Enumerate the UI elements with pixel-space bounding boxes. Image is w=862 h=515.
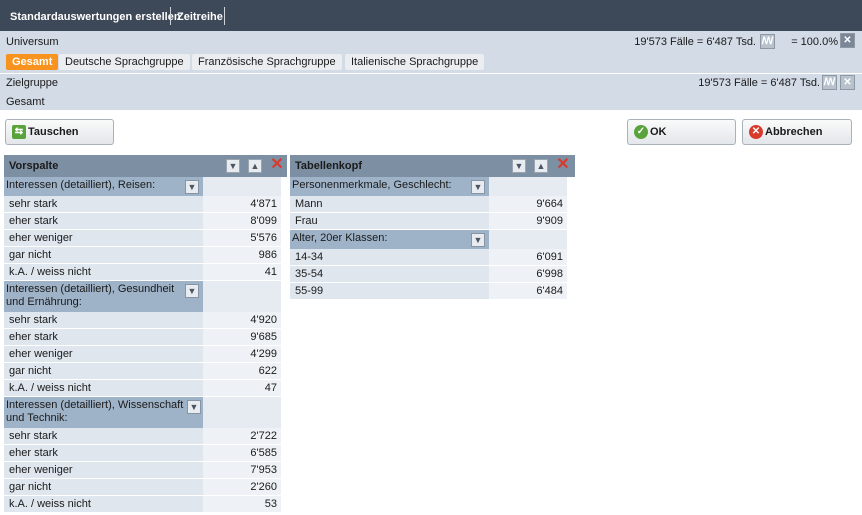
- target-group-label: Zielgruppe: [6, 77, 58, 89]
- tabellenkopf-group: Personenmerkmale, Geschlecht: ▼: [290, 177, 489, 196]
- swap-button[interactable]: ⇆ Tauschen: [5, 119, 114, 145]
- group-value-cell: [203, 397, 281, 428]
- swap-icon: ⇆: [12, 125, 26, 139]
- expand-all-icon[interactable]: ▼: [512, 159, 526, 173]
- universe-tab-deutsch[interactable]: Deutsche Sprachgruppe: [59, 54, 190, 70]
- target-group-count: 19'573 Fälle = 6'487 Tsd.: [698, 77, 820, 89]
- universe-tab-italienisch[interactable]: Italienische Sprachgruppe: [345, 54, 485, 70]
- toolbar-divider: [170, 7, 171, 25]
- target-group-panel: Zielgruppe 19'573 Fälle = 6'487 Tsd. ꟿ ✕…: [0, 73, 862, 110]
- group-value-cell: [203, 281, 281, 312]
- universe-tab-gesamt[interactable]: Gesamt: [6, 54, 59, 70]
- group-menu-icon[interactable]: ▼: [185, 180, 199, 194]
- group-menu-icon[interactable]: ▼: [187, 400, 201, 414]
- cancel-icon: ✕: [749, 125, 763, 139]
- toolbar-divider: [224, 7, 225, 25]
- clear-universe-icon[interactable]: ✕: [840, 33, 855, 48]
- top-toolbar: Standardauswertungen erstellen Zeitreihe: [0, 0, 862, 31]
- universe-count: 19'573 Fälle = 6'487 Tsd.: [634, 36, 756, 48]
- universe-tab-franzoesisch[interactable]: Französische Sprachgruppe: [192, 54, 342, 70]
- cancel-button[interactable]: ✕ Abbrechen: [742, 119, 852, 145]
- vorspalte-title: Vorspalte: [9, 160, 59, 172]
- universe-label: Universum: [6, 36, 59, 48]
- tabellenkopf-title: Tabellenkopf: [295, 160, 363, 172]
- weighting-icon[interactable]: ꟿ: [822, 75, 837, 90]
- tabellenkopf-group: Alter, 20er Klassen: ▼: [290, 230, 489, 249]
- vorspalte-header: Vorspalte ▼ ▲ ✕: [4, 155, 287, 177]
- collapse-all-icon[interactable]: ▲: [534, 159, 548, 173]
- group-menu-icon[interactable]: ▼: [185, 284, 199, 298]
- target-group-value: Gesamt: [6, 96, 45, 108]
- group-value-cell: [489, 177, 567, 196]
- group-menu-icon[interactable]: ▼: [471, 180, 485, 194]
- group-menu-icon[interactable]: ▼: [471, 233, 485, 247]
- group-value-cell: [203, 177, 281, 196]
- weighting-icon[interactable]: ꟿ: [760, 34, 775, 49]
- ok-button[interactable]: ✓ OK: [627, 119, 736, 145]
- tab-zeitreihe[interactable]: Zeitreihe: [173, 8, 227, 26]
- tab-standardauswertungen[interactable]: Standardauswertungen erstellen: [6, 8, 185, 26]
- remove-all-icon[interactable]: ✕: [269, 157, 285, 173]
- expand-all-icon[interactable]: ▼: [226, 159, 240, 173]
- remove-all-icon[interactable]: ✕: [555, 157, 571, 173]
- vorspalte-group: Interessen (detailliert), Gesundheit und…: [4, 281, 203, 312]
- check-icon: ✓: [634, 125, 648, 139]
- vorspalte-group: Interessen (detailliert), Reisen: ▼: [4, 177, 203, 196]
- tabellenkopf-header: Tabellenkopf ▼ ▲ ✕: [290, 155, 575, 177]
- collapse-all-icon[interactable]: ▲: [248, 159, 262, 173]
- universe-percent: = 100.0%: [791, 36, 838, 48]
- group-value-cell: [489, 230, 567, 249]
- clear-target-icon[interactable]: ✕: [840, 75, 855, 90]
- vorspalte-group: Interessen (detailliert), Wissenschaft u…: [4, 397, 203, 428]
